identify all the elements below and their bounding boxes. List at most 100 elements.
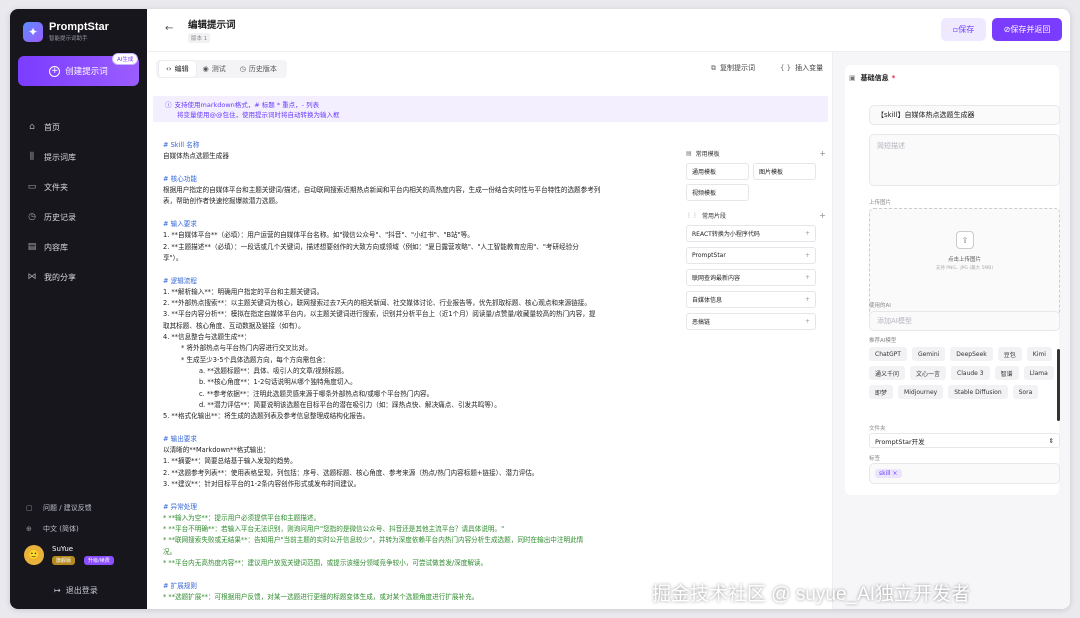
prompt-text-line: * 将外部热点与平台热门内容进行交叉比对。 [181, 344, 312, 353]
chips-scrollbar[interactable] [1057, 349, 1060, 421]
save-and-return-button[interactable]: ⊘ 保存并返回 [992, 18, 1062, 41]
template-item[interactable]: 视频模板 [686, 184, 749, 201]
ai-label: 使用的AI [869, 303, 891, 309]
copy-prompt-label: 复制提示词 [720, 64, 755, 72]
app-logo[interactable]: ✦ PromptStar 智能提示词助手 [23, 21, 109, 42]
model-chip[interactable]: DeepSeek [950, 347, 993, 361]
prompt-text-line: * **联网搜索失败或无结果**：告知用户"当前主题的实时公开信息较少"，并转为… [163, 536, 584, 545]
title-input[interactable]: 【skill】自媒体热点选题生成器 [869, 105, 1060, 125]
check-circle-icon: ⊘ [1003, 25, 1011, 34]
prompt-heading-line: # Skill 名称 [163, 141, 200, 149]
add-fragment-plus-icon[interactable]: + [805, 296, 810, 303]
prompt-text-line: 2. **选题参考列表**：使用表格呈现，列包括：序号、选题标题、核心角度、参考… [163, 468, 539, 477]
editor-tabs: ‹› 编辑 ◉ 测试 ◷ 历史版本 [156, 60, 287, 78]
ai-generate-badge[interactable]: AI生成 [112, 53, 139, 65]
fragment-item[interactable]: 自媒体信息 + [686, 291, 816, 308]
prompt-text-line: * **平台内无高热度内容**：建议用户放宽关键词范围，或提示该细分领域竞争较小… [163, 558, 488, 567]
app-subtitle: 智能提示词助手 [49, 36, 88, 42]
folder-select[interactable]: PromptStar开发 ⇕ [869, 433, 1060, 448]
fragment-label: 恶搞链 [692, 319, 711, 326]
model-chip[interactable]: Midjourney [898, 385, 944, 399]
version-badge: 版本 1 [188, 33, 211, 43]
prompt-text-line: * **输入为空**：提示用户必须提供平台和主题描述。 [163, 513, 321, 522]
sidebar-item-5[interactable]: ⋈ 我的分享 [26, 262, 77, 292]
model-chip[interactable]: Sora [1012, 385, 1039, 399]
fragment-list: REACT转换为小程序代码 + PromptStar + 联网查询最新内容 + 自媒体信息 +… [686, 225, 826, 330]
back-arrow-icon[interactable]: ← [165, 23, 173, 34]
prompt-text-line: 根据用户指定的自媒体平台和主题关键词/描述，自动联网搜索近期热点新闻和平台内相关… [163, 186, 601, 195]
sidebar-item-2[interactable]: ▭ 文件夹 [26, 172, 76, 202]
prompt-text-line: 1. **解析输入**：明确用户指定的平台和主题关键词。 [163, 287, 324, 296]
fragment-item[interactable]: REACT转换为小程序代码 + [686, 225, 816, 242]
model-chip[interactable]: Stable Diffusion [948, 385, 1008, 399]
upgrade-button[interactable]: 升级/续费 [84, 556, 114, 565]
model-chip[interactable]: 文心一言 [910, 366, 947, 380]
sidebar-item-0[interactable]: ⌂ 首页 [26, 112, 76, 142]
feedback-link[interactable]: ▢ 问题 / 建议反馈 [26, 497, 92, 518]
sidebar-item-label: 提示词库 [44, 152, 76, 162]
tags-input[interactable]: skill × [869, 463, 1060, 484]
app-window: ✦ PromptStar 智能提示词助手 + 创建提示词 AI生成 ⌂ 首页 ⫼ 提示… [10, 9, 1070, 609]
sidebar-item-1[interactable]: ⫼ 提示词库 [26, 142, 76, 172]
prompt-text-line: 以清晰的**Markdown**格式输出： [163, 446, 270, 455]
model-chip[interactable]: Claude 3 [951, 366, 990, 380]
fragment-label: PromptStar [692, 252, 726, 259]
folder-value: PromptStar开发 [875, 437, 925, 446]
fragment-item[interactable]: 恶搞链 + [686, 313, 816, 330]
tag-chip[interactable]: skill × [875, 469, 902, 478]
basic-info-label: 基础信息 [860, 74, 889, 82]
template-item[interactable]: 通用模板 [686, 163, 749, 180]
prompt-text-area[interactable]: # Skill 名称 自媒体热点选题生成器 # 核心功能 根据用户指定的自媒体平台和主… [163, 140, 683, 609]
save-button[interactable]: ▫ 保存 [941, 18, 986, 41]
sidebar-item-4[interactable]: ▤ 内容库 [26, 232, 76, 262]
ai-model-input[interactable]: 添加AI模型 [869, 311, 1060, 331]
model-chip[interactable]: ChatGPT [869, 347, 907, 361]
sidebar-item-3[interactable]: ◷ 历史记录 [26, 202, 76, 232]
tab-test-label: 测试 [211, 65, 226, 73]
copy-prompt-button[interactable]: ⧉ 复制提示词 [711, 63, 755, 73]
add-fragment-plus-icon[interactable]: + [805, 230, 810, 237]
add-fragment-plus-icon[interactable]: + [805, 318, 810, 325]
prompt-heading-line: # 异常处理 [163, 502, 197, 511]
template-item[interactable]: 图片模板 [753, 163, 816, 180]
hint-line-2: 将变量使用@@包住，使用提示词时将自动转换为输入框 [177, 111, 340, 119]
model-chip[interactable]: 即梦 [869, 385, 894, 399]
sidebar-item-label: 历史记录 [44, 212, 76, 222]
sidebar: ✦ PromptStar 智能提示词助手 + 创建提示词 AI生成 ⌂ 首页 ⫼ 提示… [10, 9, 147, 609]
user-profile[interactable]: 🙂 SuYue 旗舰版 升级/续费 [24, 545, 114, 565]
logout-button[interactable]: ↦ 退出登录 [54, 585, 98, 596]
model-chip[interactable]: Llama [1023, 366, 1054, 380]
insert-variable-label: 插入变量 [795, 64, 824, 72]
add-fragment-plus-icon[interactable]: + [805, 252, 810, 259]
feedback-label: 问题 / 建议反馈 [43, 503, 92, 512]
home-icon: ⌂ [29, 122, 35, 132]
sidebar-item-label: 文件夹 [44, 182, 68, 192]
model-chip[interactable]: 通义千问 [869, 366, 906, 380]
prompt-text-line: d. **潜力评估**：简要说明该选题在目标平台的潜在吸引力（如：踩热点快、解决… [199, 400, 501, 409]
template-icon: ▤ [686, 149, 692, 157]
recommend-label: 推荐AI模型 [869, 338, 897, 344]
prompt-text-line: b. **核心角度**：1-2句话说明从哪个独特角度切入。 [199, 378, 357, 387]
insert-variable-button[interactable]: { } 插入变量 [780, 63, 823, 73]
page-title: 编辑提示词 [188, 20, 236, 31]
fragment-item[interactable]: PromptStar + [686, 247, 816, 264]
prompt-text-line: 1. **摘要**：简要总结基于输入发现的趋势。 [163, 457, 297, 466]
prompt-text-line: 2. **主题描述**（必填）：一段话或几个关键词，描述想要创作的大致方向或领域… [163, 242, 579, 251]
image-upload-zone[interactable]: ⇪ 点击上传图片 支持 PNG、JPG (最大 5MB) [869, 208, 1060, 320]
tab-edit[interactable]: ‹› 编辑 [159, 61, 196, 77]
model-chip[interactable]: 智谱 [994, 366, 1019, 380]
tab-history[interactable]: ◷ 历史版本 [233, 61, 284, 77]
fragment-item[interactable]: 联网查询最新内容 + [686, 269, 816, 286]
tab-test[interactable]: ◉ 测试 [196, 61, 233, 77]
add-template-icon[interactable]: + [819, 149, 826, 158]
model-chip[interactable]: 豆包 [997, 347, 1022, 361]
description-input[interactable]: 简短描述 [869, 134, 1060, 186]
model-chip[interactable]: Kimi [1026, 347, 1052, 361]
upload-subtext: 支持 PNG、JPG (最大 5MB) [935, 266, 994, 271]
language-selector[interactable]: ⊕ 中文 (简体) [26, 518, 92, 539]
add-fragment-plus-icon[interactable]: + [805, 274, 810, 281]
model-chip[interactable]: Gemini [911, 347, 946, 361]
add-fragment-icon[interactable]: + [819, 211, 826, 220]
common-fragments-title: 常用片段 [702, 212, 727, 220]
